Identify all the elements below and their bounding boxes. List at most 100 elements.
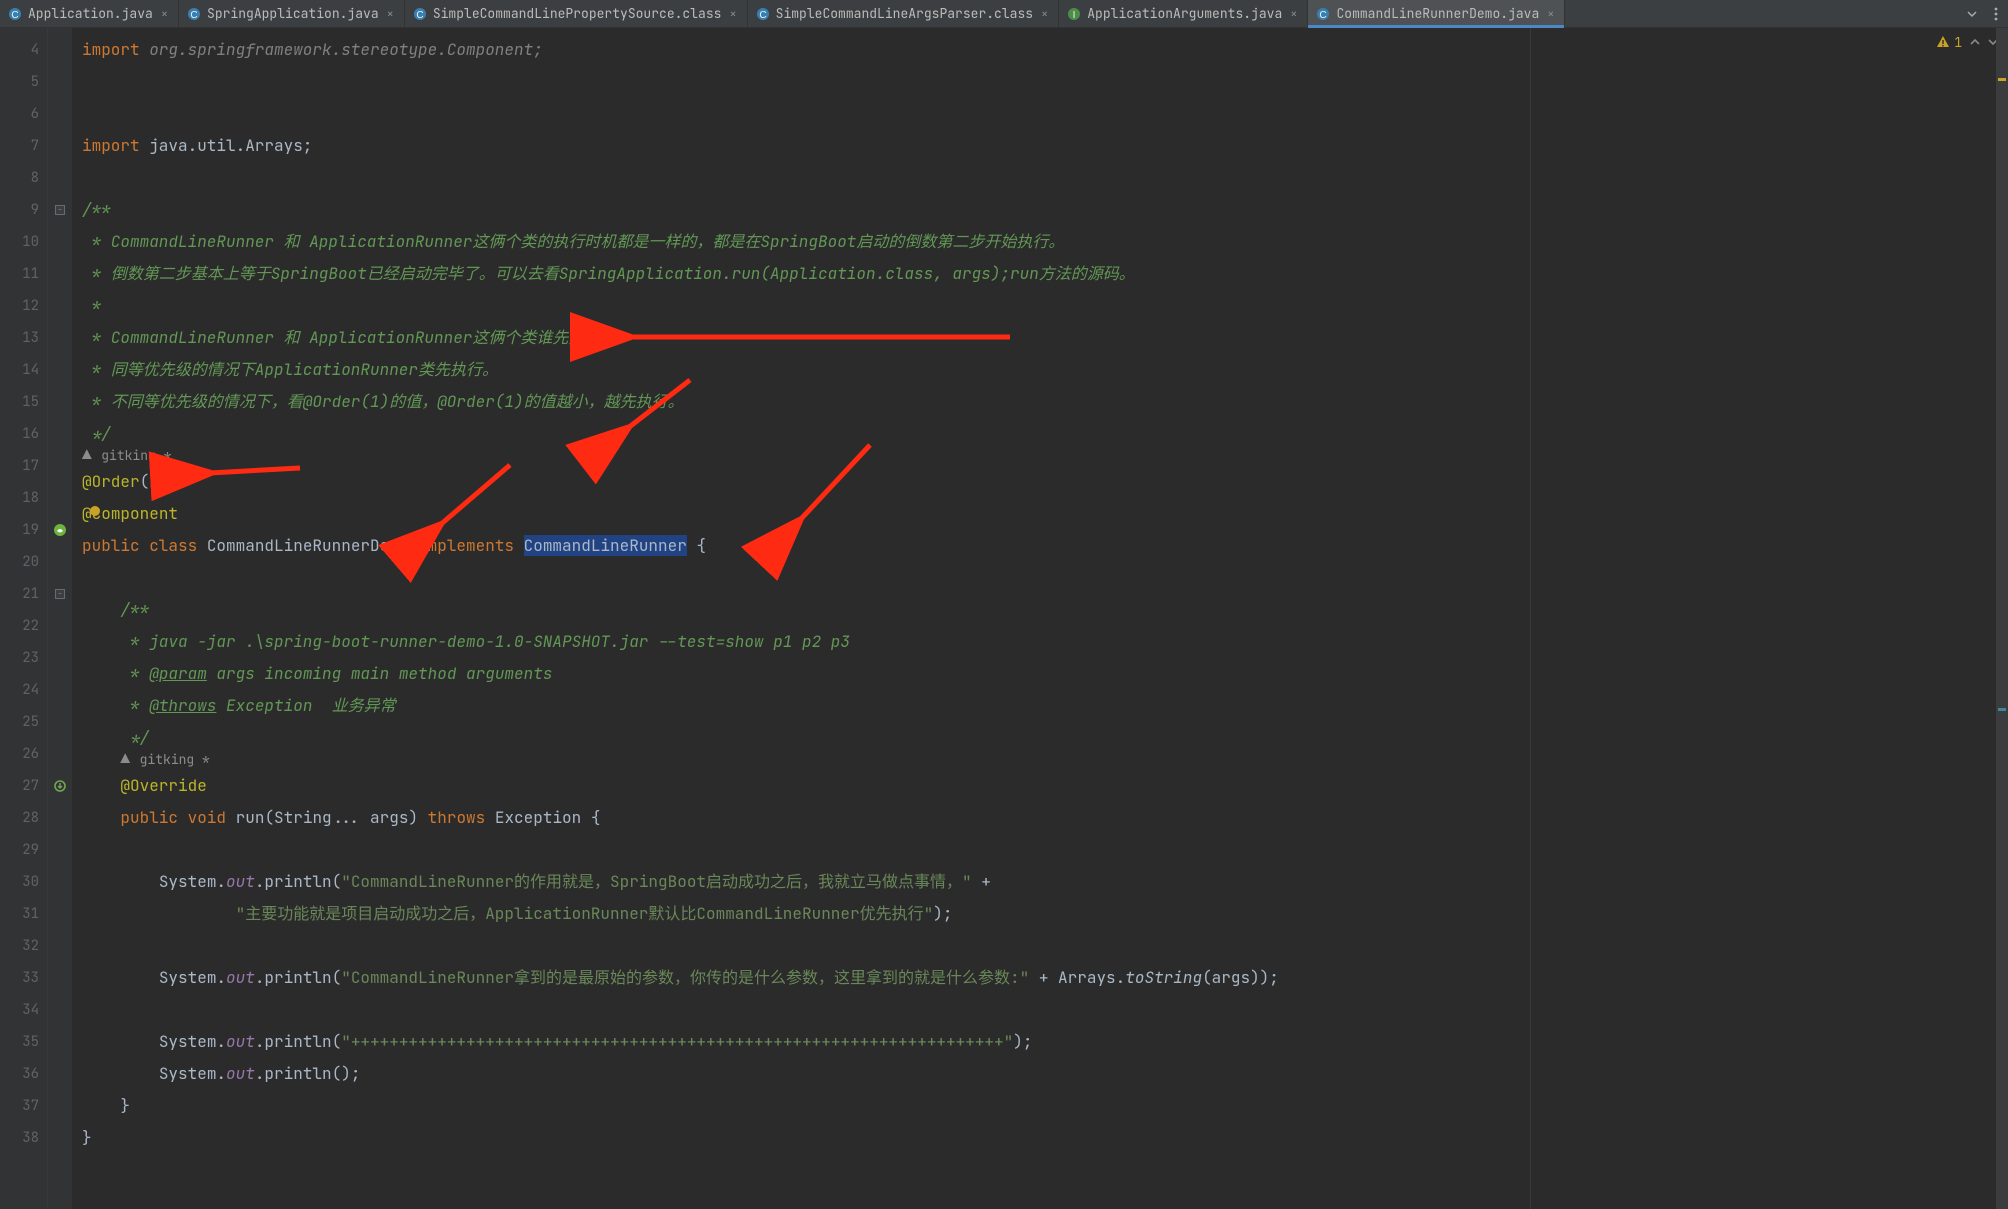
tab-close-icon[interactable]: ×	[385, 6, 396, 22]
editor-tab[interactable]: CCommandLineRunnerDemo.java×	[1308, 0, 1565, 27]
line-number[interactable]: 5	[0, 66, 47, 98]
line-number[interactable]: 9	[0, 194, 47, 226]
line-number[interactable]: 6	[0, 98, 47, 130]
editor-tab[interactable]: CApplication.java×	[0, 0, 179, 27]
line-number[interactable]: 10	[0, 226, 47, 258]
line-number[interactable]: 21	[0, 578, 47, 610]
author-inlay[interactable]: ▲ gitking *	[82, 748, 2008, 770]
code-line[interactable]: System.out.println("CommandLineRunner的作用…	[82, 866, 2008, 898]
line-number[interactable]: 18	[0, 482, 47, 514]
code-line[interactable]: import org.springframework.stereotype.Co…	[82, 34, 2008, 66]
code-line[interactable]	[82, 930, 2008, 962]
gutter-blank	[48, 66, 72, 98]
author-inlay[interactable]: ▲ gitking *	[82, 444, 2008, 466]
code-line[interactable]: * java -jar .\spring-boot-runner-demo-1.…	[82, 626, 2008, 658]
code-line[interactable]: @Order(1)	[82, 466, 2008, 498]
code-line[interactable]: * 倒数第二步基本上等于SpringBoot已经启动完毕了。可以去看Spring…	[82, 258, 2008, 290]
code-line[interactable]: public class CommandLineRunnerDemo imple…	[82, 530, 2008, 562]
code-line[interactable]: System.out.println("CommandLineRunner拿到的…	[82, 962, 2008, 994]
line-number[interactable]: 37	[0, 1090, 47, 1122]
tab-close-icon[interactable]: ×	[1039, 6, 1050, 22]
code-line[interactable]	[82, 98, 2008, 130]
override-gutter-icon[interactable]	[48, 770, 72, 802]
code-line[interactable]	[82, 162, 2008, 194]
tab-kebab-menu-icon[interactable]	[1984, 0, 2008, 27]
stripe-warning-marker[interactable]	[1998, 78, 2006, 81]
code-line[interactable]: * @throws Exception 业务异常	[82, 690, 2008, 722]
fold-toggle-icon[interactable]: −	[48, 578, 72, 610]
editor-tab[interactable]: CSimpleCommandLinePropertySource.class×	[405, 0, 748, 27]
gutter-blank	[48, 258, 72, 290]
line-number[interactable]: 16	[0, 418, 47, 450]
code-line[interactable]: System.out.println("++++++++++++++++++++…	[82, 1026, 2008, 1058]
line-number[interactable]: 36	[0, 1058, 47, 1090]
line-number[interactable]: 4	[0, 34, 47, 66]
code-line[interactable]	[82, 562, 2008, 594]
error-stripe[interactable]	[1996, 28, 2008, 1209]
line-number[interactable]: 26	[0, 738, 47, 770]
code-line[interactable]: import java.util.Arrays;	[82, 130, 2008, 162]
svg-text:C: C	[1320, 10, 1327, 21]
code-line[interactable]	[82, 994, 2008, 1026]
editor-tab[interactable]: CSpringApplication.java×	[179, 0, 405, 27]
fold-toggle-icon[interactable]: −	[48, 194, 72, 226]
code-line[interactable]: System.out.println();	[82, 1058, 2008, 1090]
code-line[interactable]: }	[82, 1090, 2008, 1122]
line-number-gutter[interactable]: 4567891011121314151617181920212223242526…	[0, 28, 48, 1209]
code-line[interactable]: "主要功能就是项目启动成功之后，ApplicationRunner默认比Comm…	[82, 898, 2008, 930]
editor-tab[interactable]: CSimpleCommandLineArgsParser.class×	[748, 0, 1060, 27]
line-number[interactable]: 24	[0, 674, 47, 706]
line-number[interactable]: 19	[0, 514, 47, 546]
line-number[interactable]: 17	[0, 450, 47, 482]
line-number[interactable]: 29	[0, 834, 47, 866]
tab-close-icon[interactable]: ×	[727, 6, 738, 22]
code-line[interactable]: public void run(String... args) throws E…	[82, 802, 2008, 834]
gutter-icon-column[interactable]: −−	[48, 28, 72, 1209]
tab-close-icon[interactable]: ×	[159, 6, 170, 22]
line-number[interactable]: 13	[0, 322, 47, 354]
code-line[interactable]: * @param args incoming main method argum…	[82, 658, 2008, 690]
code-line[interactable]: * CommandLineRunner 和 ApplicationRunner这…	[82, 322, 2008, 354]
code-line[interactable]: * 同等优先级的情况下ApplicationRunner类先执行。	[82, 354, 2008, 386]
line-number[interactable]: 15	[0, 386, 47, 418]
code-line[interactable]: /**	[82, 194, 2008, 226]
code-line[interactable]: * 不同等优先级的情况下，看@Order(1)的值，@Order(1)的值越小，…	[82, 386, 2008, 418]
line-number[interactable]: 14	[0, 354, 47, 386]
code-line[interactable]	[82, 1154, 2008, 1186]
line-number[interactable]: 23	[0, 642, 47, 674]
line-number[interactable]: 11	[0, 258, 47, 290]
line-number[interactable]: 27	[0, 770, 47, 802]
gutter-blank	[48, 290, 72, 322]
code-line[interactable]: * CommandLineRunner 和 ApplicationRunner这…	[82, 226, 2008, 258]
code-line[interactable]	[82, 66, 2008, 98]
editor-tab[interactable]: IApplicationArguments.java×	[1059, 0, 1308, 27]
line-number[interactable]: 35	[0, 1026, 47, 1058]
line-number[interactable]: 7	[0, 130, 47, 162]
line-number[interactable]: 33	[0, 962, 47, 994]
code-editor[interactable]: 4567891011121314151617181920212223242526…	[0, 28, 2008, 1209]
line-number[interactable]: 20	[0, 546, 47, 578]
right-margin-guide	[1530, 28, 1531, 1209]
line-number[interactable]: 32	[0, 930, 47, 962]
code-line[interactable]	[82, 834, 2008, 866]
line-number[interactable]: 25	[0, 706, 47, 738]
line-number[interactable]: 28	[0, 802, 47, 834]
tab-list-dropdown[interactable]	[1960, 0, 1984, 27]
line-number[interactable]: 34	[0, 994, 47, 1026]
tab-close-icon[interactable]: ×	[1545, 6, 1556, 22]
code-line[interactable]: @Override	[82, 770, 2008, 802]
code-area[interactable]: import org.springframework.stereotype.Co…	[72, 28, 2008, 1209]
code-line[interactable]: }	[82, 1122, 2008, 1154]
line-number[interactable]: 8	[0, 162, 47, 194]
spring-bean-gutter-icon[interactable]	[48, 514, 72, 546]
line-number[interactable]: 31	[0, 898, 47, 930]
tab-close-icon[interactable]: ×	[1288, 6, 1299, 22]
code-line[interactable]: @Component	[82, 498, 2008, 530]
line-number[interactable]: 22	[0, 610, 47, 642]
code-line[interactable]: *	[82, 290, 2008, 322]
line-number[interactable]: 12	[0, 290, 47, 322]
line-number[interactable]: 38	[0, 1122, 47, 1154]
line-number[interactable]: 30	[0, 866, 47, 898]
code-line[interactable]: /**	[82, 594, 2008, 626]
stripe-info-marker[interactable]	[1998, 708, 2006, 711]
